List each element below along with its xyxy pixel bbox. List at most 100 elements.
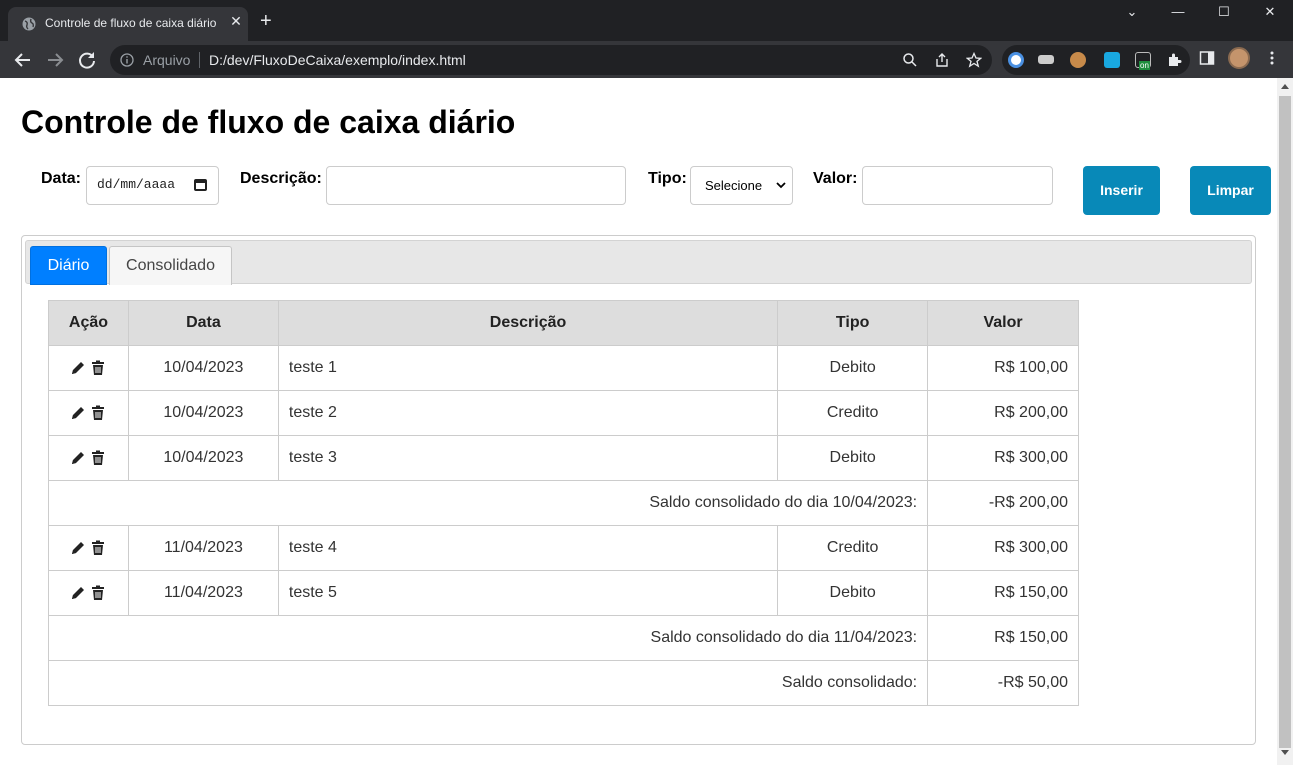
cell-valor: R$ 300,00: [927, 435, 1079, 481]
address-scheme: Arquivo: [143, 52, 191, 68]
forward-icon[interactable]: [43, 48, 67, 72]
tab-search-chevron-icon[interactable]: ⌄: [1109, 4, 1155, 24]
inserir-button[interactable]: Inserir: [1083, 166, 1160, 215]
address-url[interactable]: D:/dev/FluxoDeCaixa/exemplo/index.html: [209, 52, 466, 68]
info-icon[interactable]: [120, 53, 134, 67]
share-icon[interactable]: [934, 52, 950, 68]
delete-trash-icon[interactable]: [90, 360, 106, 376]
cell-valor: R$ 200,00: [927, 390, 1079, 436]
profile-avatar[interactable]: [1228, 47, 1250, 69]
chevron-down-icon: [776, 182, 786, 189]
cell-descricao: teste 5: [277, 570, 779, 616]
cell-tipo: Credito: [777, 390, 929, 436]
row-actions: [48, 435, 129, 481]
extensions-area: on: [1002, 45, 1190, 75]
row-actions: [48, 570, 129, 616]
summary-label: Saldo consolidado:: [47, 660, 929, 706]
cell-descricao: teste 4: [277, 525, 779, 571]
browser-toolbar: Arquivo D:/dev/FluxoDeCaixa/exemplo/inde…: [0, 41, 1293, 78]
tabs-bar: Diário Consolidado: [25, 240, 1252, 285]
bookmark-star-icon[interactable]: [966, 52, 982, 68]
cell-descricao: teste 3: [277, 435, 779, 481]
close-tab-icon[interactable]: ✕: [228, 13, 244, 30]
summary-row: Saldo consolidado: -R$ 50,00: [47, 660, 1079, 706]
extension-4-icon[interactable]: [1104, 52, 1120, 68]
header-descricao: Descrição: [277, 300, 779, 346]
extension-3-icon[interactable]: [1070, 52, 1086, 68]
extension-1-icon[interactable]: [1008, 52, 1024, 68]
cell-data: 10/04/2023: [127, 435, 279, 481]
table-row: 11/04/2023 teste 5 Debito R$ 150,00: [48, 570, 1079, 616]
browser-tab[interactable]: Controle de fluxo de caixa diário ✕: [8, 7, 248, 41]
header-acao: Ação: [48, 300, 129, 346]
table-row: 10/04/2023 teste 2 Credito R$ 200,00: [48, 390, 1079, 436]
extension-badge: on: [1139, 61, 1150, 70]
edit-pencil-icon[interactable]: [70, 360, 86, 376]
scroll-down-icon[interactable]: [1281, 750, 1289, 755]
header-data: Data: [127, 300, 279, 346]
cash-flow-table: Ação Data Descrição Tipo Valor 10/04/202…: [47, 300, 1079, 706]
cell-tipo: Debito: [777, 345, 929, 391]
data-placeholder: dd/mm/aaaa: [97, 177, 176, 192]
back-icon[interactable]: [11, 48, 35, 72]
edit-pencil-icon[interactable]: [70, 450, 86, 466]
data-input[interactable]: dd/mm/aaaa: [86, 166, 219, 205]
row-actions: [48, 390, 129, 436]
scroll-thumb[interactable]: [1279, 96, 1291, 748]
maximize-icon[interactable]: ☐: [1201, 4, 1247, 24]
delete-trash-icon[interactable]: [90, 405, 106, 421]
valor-input[interactable]: [862, 166, 1053, 205]
cell-descricao: teste 2: [277, 390, 779, 436]
header-tipo: Tipo: [777, 300, 929, 346]
edit-pencil-icon[interactable]: [70, 585, 86, 601]
tab-consolidado[interactable]: Consolidado: [109, 246, 232, 285]
valor-label: Valor:: [813, 170, 858, 187]
summary-valor: -R$ 50,00: [927, 660, 1079, 706]
extension-5-icon[interactable]: on: [1135, 52, 1151, 70]
edit-pencil-icon[interactable]: [70, 405, 86, 421]
table-row: 11/04/2023 teste 4 Credito R$ 300,00: [48, 525, 1079, 571]
delete-trash-icon[interactable]: [90, 540, 106, 556]
page-viewport: Controle de fluxo de caixa diário Data: …: [0, 78, 1277, 765]
header-valor: Valor: [927, 300, 1079, 346]
scroll-up-icon[interactable]: [1281, 84, 1289, 89]
edit-pencil-icon[interactable]: [70, 540, 86, 556]
delete-trash-icon[interactable]: [90, 585, 106, 601]
browser-titlebar: Controle de fluxo de caixa diário ✕ + ⌄ …: [0, 0, 1293, 41]
descricao-input[interactable]: [326, 166, 626, 205]
page-title: Controle de fluxo de caixa diário: [21, 104, 516, 140]
new-tab-icon[interactable]: +: [260, 11, 272, 31]
zoom-search-icon[interactable]: [902, 52, 918, 68]
address-bar[interactable]: Arquivo D:/dev/FluxoDeCaixa/exemplo/inde…: [110, 45, 992, 75]
minimize-icon[interactable]: —: [1155, 4, 1201, 24]
address-separator: [199, 52, 200, 68]
summary-valor: R$ 150,00: [927, 615, 1079, 661]
cell-tipo: Debito: [777, 435, 929, 481]
cell-data: 11/04/2023: [127, 525, 279, 571]
limpar-button[interactable]: Limpar: [1190, 166, 1271, 215]
calendar-icon[interactable]: [194, 179, 207, 191]
summary-valor: -R$ 200,00: [927, 480, 1079, 526]
reload-icon[interactable]: [75, 48, 99, 72]
cell-valor: R$ 100,00: [927, 345, 1079, 391]
page-scrollbar[interactable]: [1277, 78, 1293, 765]
extension-2-icon[interactable]: [1038, 55, 1054, 64]
menu-kebab-icon[interactable]: [1264, 50, 1280, 66]
puzzle-extensions-icon[interactable]: [1166, 52, 1182, 68]
cell-tipo: Credito: [777, 525, 929, 571]
summary-label: Saldo consolidado do dia 10/04/2023:: [47, 480, 929, 526]
window-close-icon[interactable]: ✕: [1247, 4, 1293, 24]
cell-data: 11/04/2023: [127, 570, 279, 616]
delete-trash-icon[interactable]: [90, 450, 106, 466]
cell-tipo: Debito: [777, 570, 929, 616]
cell-valor: R$ 150,00: [927, 570, 1079, 616]
row-actions: [48, 345, 129, 391]
side-panel-icon[interactable]: [1199, 50, 1215, 66]
data-label: Data:: [41, 170, 82, 187]
tab-diario[interactable]: Diário: [30, 246, 107, 285]
table-row: 10/04/2023 teste 3 Debito R$ 300,00: [48, 435, 1079, 481]
cell-data: 10/04/2023: [127, 345, 279, 391]
tipo-select[interactable]: Selecione: [690, 166, 793, 205]
tab-title: Controle de fluxo de caixa diário: [45, 16, 217, 30]
cell-descricao: teste 1: [277, 345, 779, 391]
